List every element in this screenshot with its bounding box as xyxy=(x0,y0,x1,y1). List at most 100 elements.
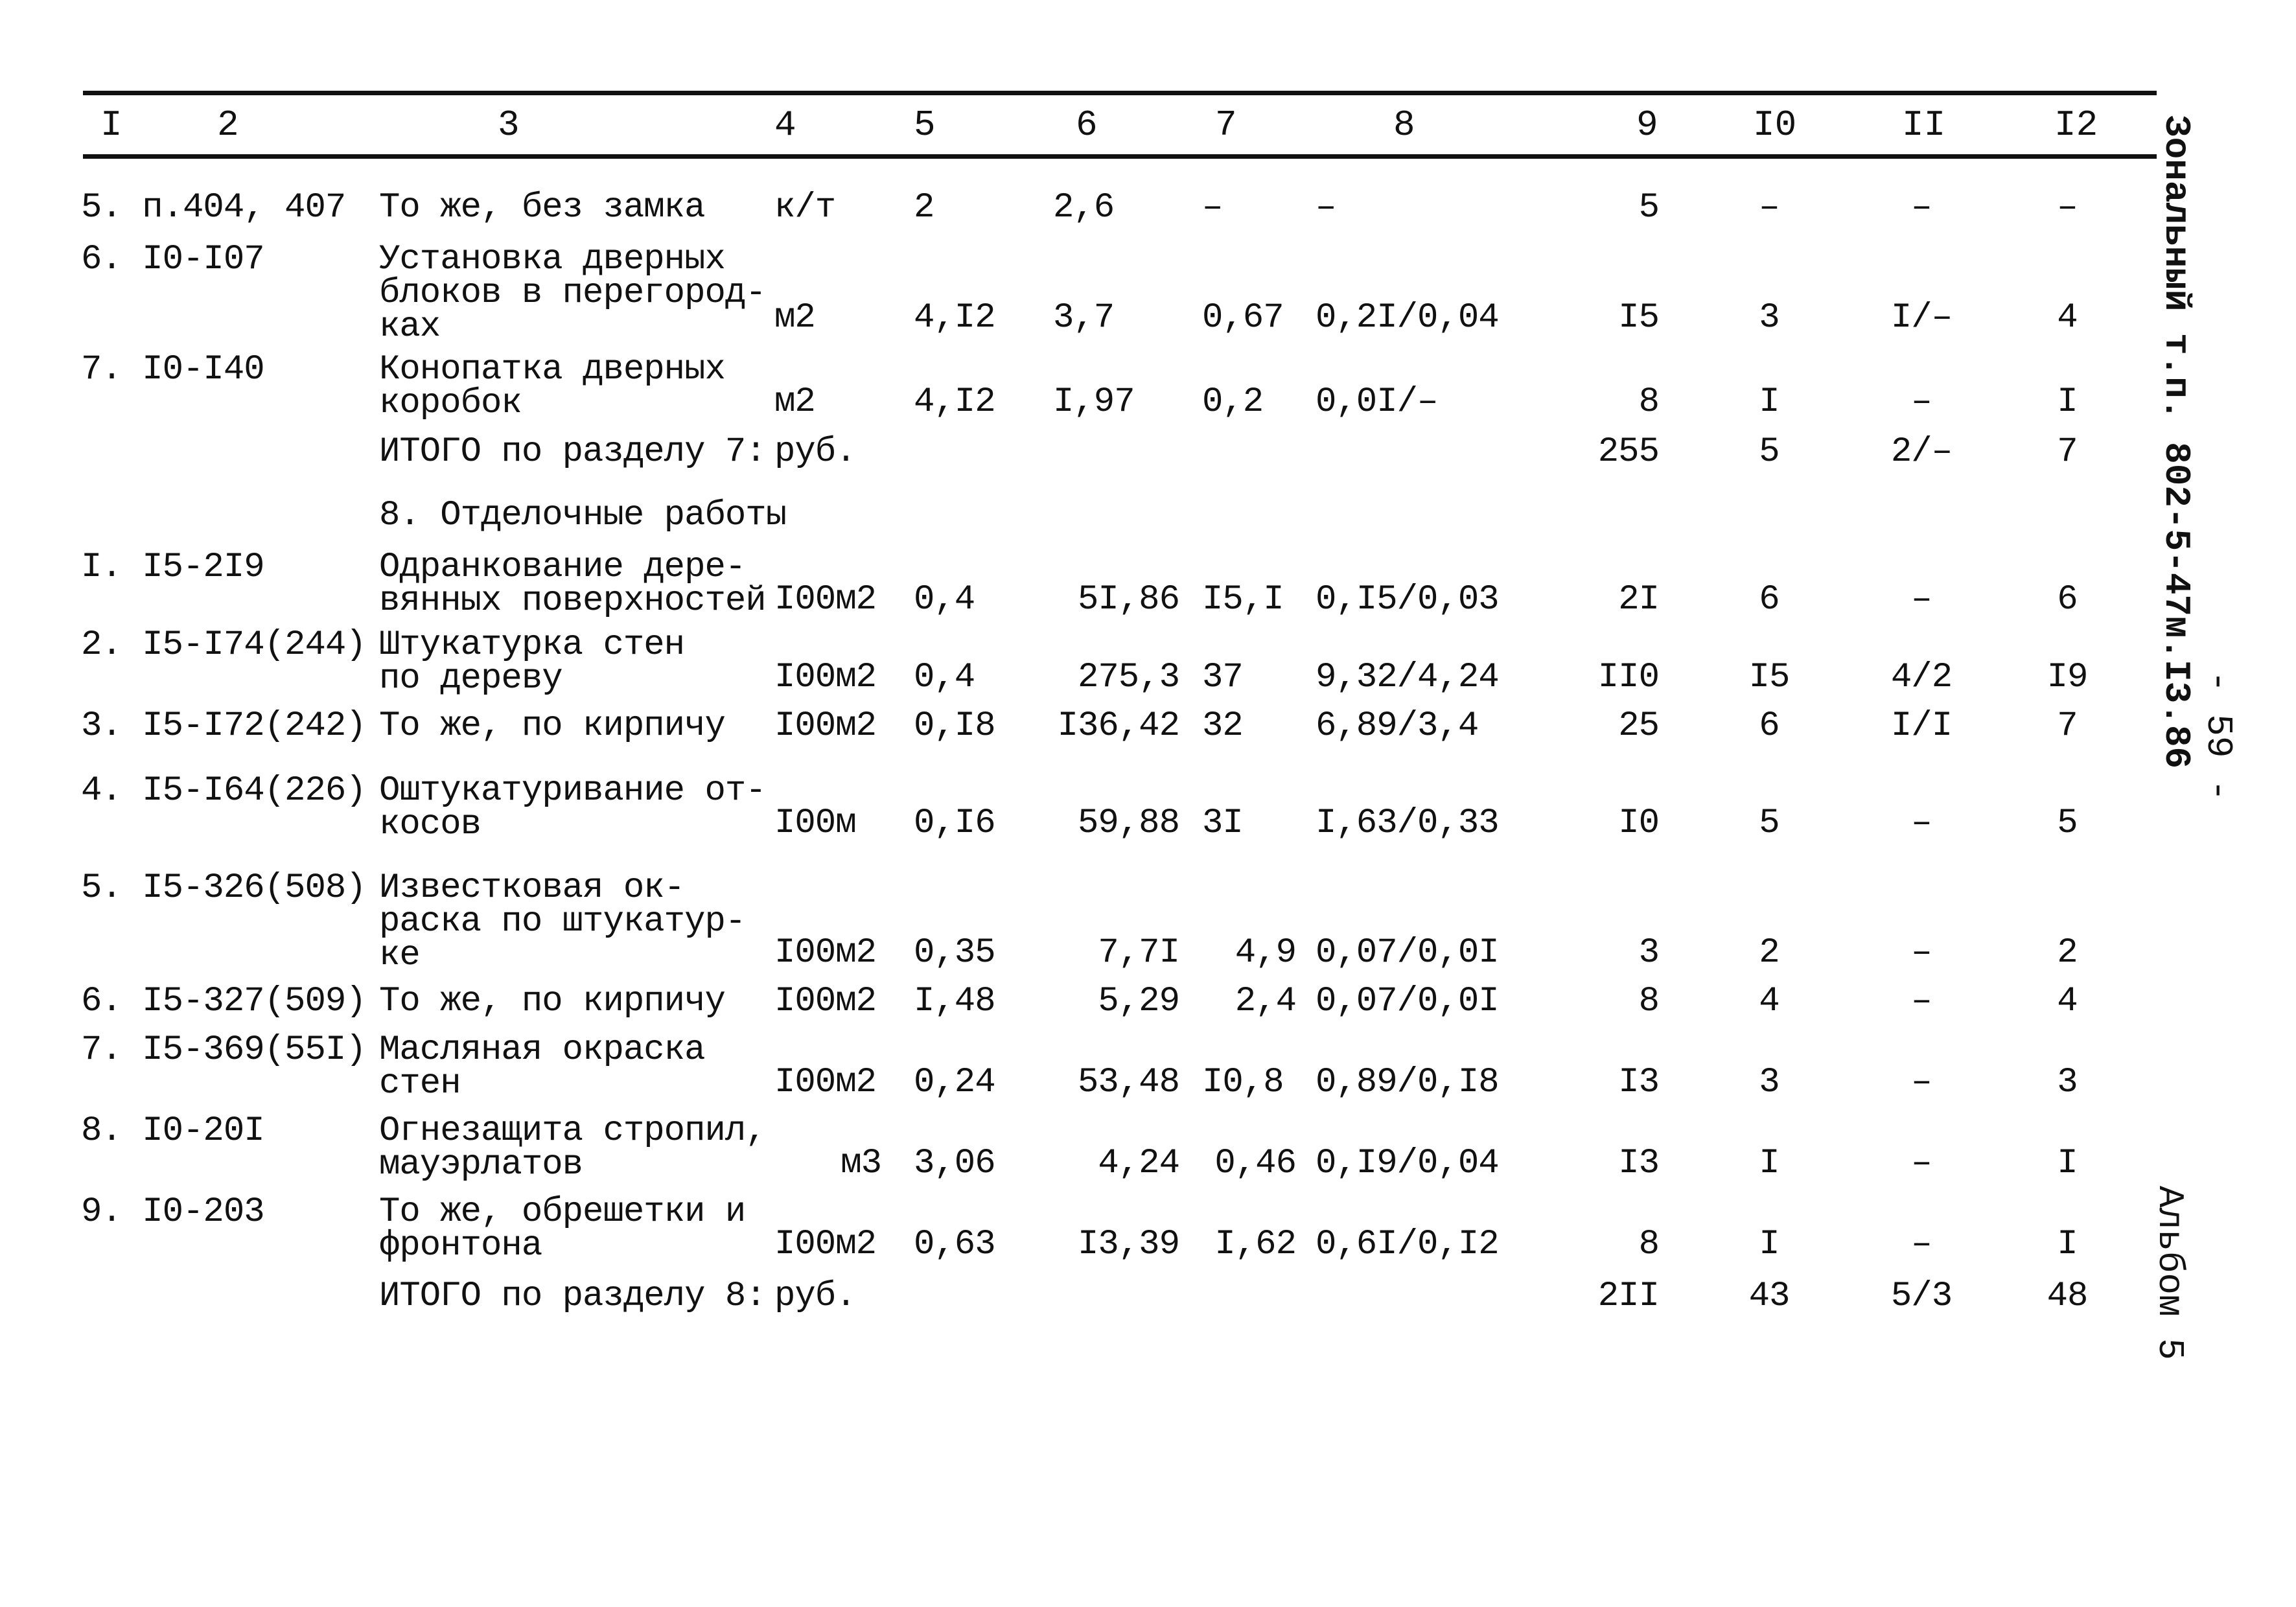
cell-c6: 2,6 xyxy=(1053,188,1115,227)
section-title: 8. Отделочные работы xyxy=(379,496,787,535)
row-number-code: 6. I5-327(509) xyxy=(81,982,367,1021)
cell-c9: 5 xyxy=(1638,188,1660,227)
col-header-4: 4 xyxy=(774,104,796,146)
cell-c12: I9 xyxy=(2047,658,2089,697)
cell-unit: I00м2 xyxy=(774,658,877,697)
cell-c5: 4,I2 xyxy=(914,382,996,422)
table-top-rule xyxy=(83,91,2157,95)
cell-unit: к/т xyxy=(774,188,836,227)
cell-c6: 275,3 xyxy=(1077,658,1180,697)
col-header-1: I xyxy=(100,104,122,146)
cell-unit: I00м2 xyxy=(774,982,877,1021)
col-header-3: 3 xyxy=(498,104,520,146)
cell-c12: 2 xyxy=(2057,933,2078,973)
cell-unit: I00м xyxy=(774,804,857,843)
cell-c7: 4,9 xyxy=(1235,933,1297,973)
row-description: Штукатурка стен по дереву xyxy=(379,625,685,699)
row-number-code: 5. п.404, 407 xyxy=(81,188,346,227)
document-code: Зональный т.п. 802-5-47м.I3.86 xyxy=(2155,115,2197,769)
row-number-code: 7. I5-369(55I) xyxy=(81,1030,367,1070)
row-description: То же, без замка xyxy=(379,188,705,227)
cell-c5: 4,I2 xyxy=(914,298,996,338)
cell-c9: I3 xyxy=(1618,1144,1660,1183)
cell-c12: 3 xyxy=(2057,1063,2078,1102)
cell-unit: I00м2 xyxy=(774,933,877,973)
cell-c9: 255 xyxy=(1597,432,1660,472)
cell-c12: I xyxy=(2057,1225,2078,1264)
row-description: То же, по кирпичу xyxy=(379,706,726,746)
row-description: Масляная окраска стен xyxy=(379,1030,705,1104)
row-number-code: 6. I0-I07 xyxy=(81,240,265,279)
cell-c12: 4 xyxy=(2057,298,2078,338)
row-number-code: 3. I5-I72(242) xyxy=(81,706,367,746)
cell-c9: II0 xyxy=(1597,658,1660,697)
cell-c9: I3 xyxy=(1618,1063,1660,1102)
cell-unit: м2 xyxy=(774,298,816,338)
cell-c7: 0,2 xyxy=(1202,382,1264,422)
cell-c12: 7 xyxy=(2057,706,2078,746)
cell-c12: 6 xyxy=(2057,580,2078,619)
cell-c6: I36,42 xyxy=(1057,706,1180,746)
cell-c7: 0,46 xyxy=(1214,1144,1297,1183)
row-description: Установка дверных блоков в перегород- ка… xyxy=(379,240,767,347)
row-number-code: 9. I0-203 xyxy=(81,1192,265,1232)
cell-c9: 8 xyxy=(1638,382,1660,422)
col-header-7: 7 xyxy=(1215,104,1237,146)
cell-c5: 2 xyxy=(914,188,934,227)
cell-unit: руб. xyxy=(774,432,857,472)
cell-c12: I xyxy=(2057,1144,2078,1183)
row-number-code: 7. I0-I40 xyxy=(81,350,265,389)
cell-c7: 2,4 xyxy=(1235,982,1297,1021)
row-number-code: 8. I0-20I xyxy=(81,1111,265,1151)
cell-c9: 8 xyxy=(1638,1225,1660,1264)
row-description: ИТОГО по разделу 8: xyxy=(379,1277,767,1316)
cell-unit: I00м2 xyxy=(774,1225,877,1264)
cell-unit: руб. xyxy=(774,1277,857,1316)
cell-c6: 5I,86 xyxy=(1077,580,1180,619)
cell-c9: 2II xyxy=(1597,1277,1660,1316)
cell-unit: I00м2 xyxy=(774,706,877,746)
row-description: ИТОГО по разделу 7: xyxy=(379,432,767,472)
cell-c7: 0,67 xyxy=(1202,298,1284,338)
cell-c9: 25 xyxy=(1618,706,1660,746)
album-label: Альбом 5 xyxy=(2149,1186,2190,1360)
page-number: - 59 - xyxy=(2197,671,2239,802)
row-number-code: 4. I5-I64(226) xyxy=(81,771,367,811)
cell-c9: I0 xyxy=(1618,804,1660,843)
cell-c12: I xyxy=(2057,382,2078,422)
col-header-6: 6 xyxy=(1076,104,1098,146)
table-header-rule xyxy=(83,154,2157,159)
cell-c9: 8 xyxy=(1638,982,1660,1021)
cell-unit: I00м2 xyxy=(774,580,877,619)
row-description: То же, обрешетки и фронтона xyxy=(379,1192,746,1266)
cell-c7: 32 xyxy=(1202,706,1244,746)
col-header-12: I2 xyxy=(2054,104,2098,146)
cell-c7: 3I xyxy=(1202,804,1244,843)
cell-c12: 48 xyxy=(2047,1277,2089,1316)
cell-unit: I00м2 xyxy=(774,1063,877,1102)
cell-c12: 4 xyxy=(2057,982,2078,1021)
row-number-code: 2. I5-I74(244) xyxy=(81,625,367,665)
cell-c7: I0,8 xyxy=(1202,1063,1284,1102)
cell-c9: 3 xyxy=(1638,933,1660,973)
row-description: То же, по кирпичу xyxy=(379,982,726,1021)
cell-unit: м3 xyxy=(841,1144,882,1183)
cell-c12: 7 xyxy=(2057,432,2078,472)
col-header-5: 5 xyxy=(914,104,936,146)
cell-c7: I,62 xyxy=(1214,1225,1297,1264)
cell-c6: 59,88 xyxy=(1077,804,1180,843)
cell-c6: I,97 xyxy=(1053,382,1135,422)
cell-c12: 5 xyxy=(2057,804,2078,843)
cell-c7: I5,I xyxy=(1202,580,1284,619)
cell-c9: 2I xyxy=(1618,580,1660,619)
cell-c8: – xyxy=(1316,188,1336,227)
row-number-code: I. I5-2I9 xyxy=(81,548,265,587)
col-header-10: I0 xyxy=(1753,104,1797,146)
cell-c6: 53,48 xyxy=(1077,1063,1180,1102)
row-number-code: 5. I5-326(508) xyxy=(81,868,367,908)
row-description: Конопатка дверных коробок xyxy=(379,350,726,423)
cell-c9: I5 xyxy=(1618,298,1660,338)
row-description: Одранкование дере- вянных поверхностей xyxy=(379,548,767,621)
cell-c7: – xyxy=(1202,188,1223,227)
col-header-11: II xyxy=(1902,104,1946,146)
